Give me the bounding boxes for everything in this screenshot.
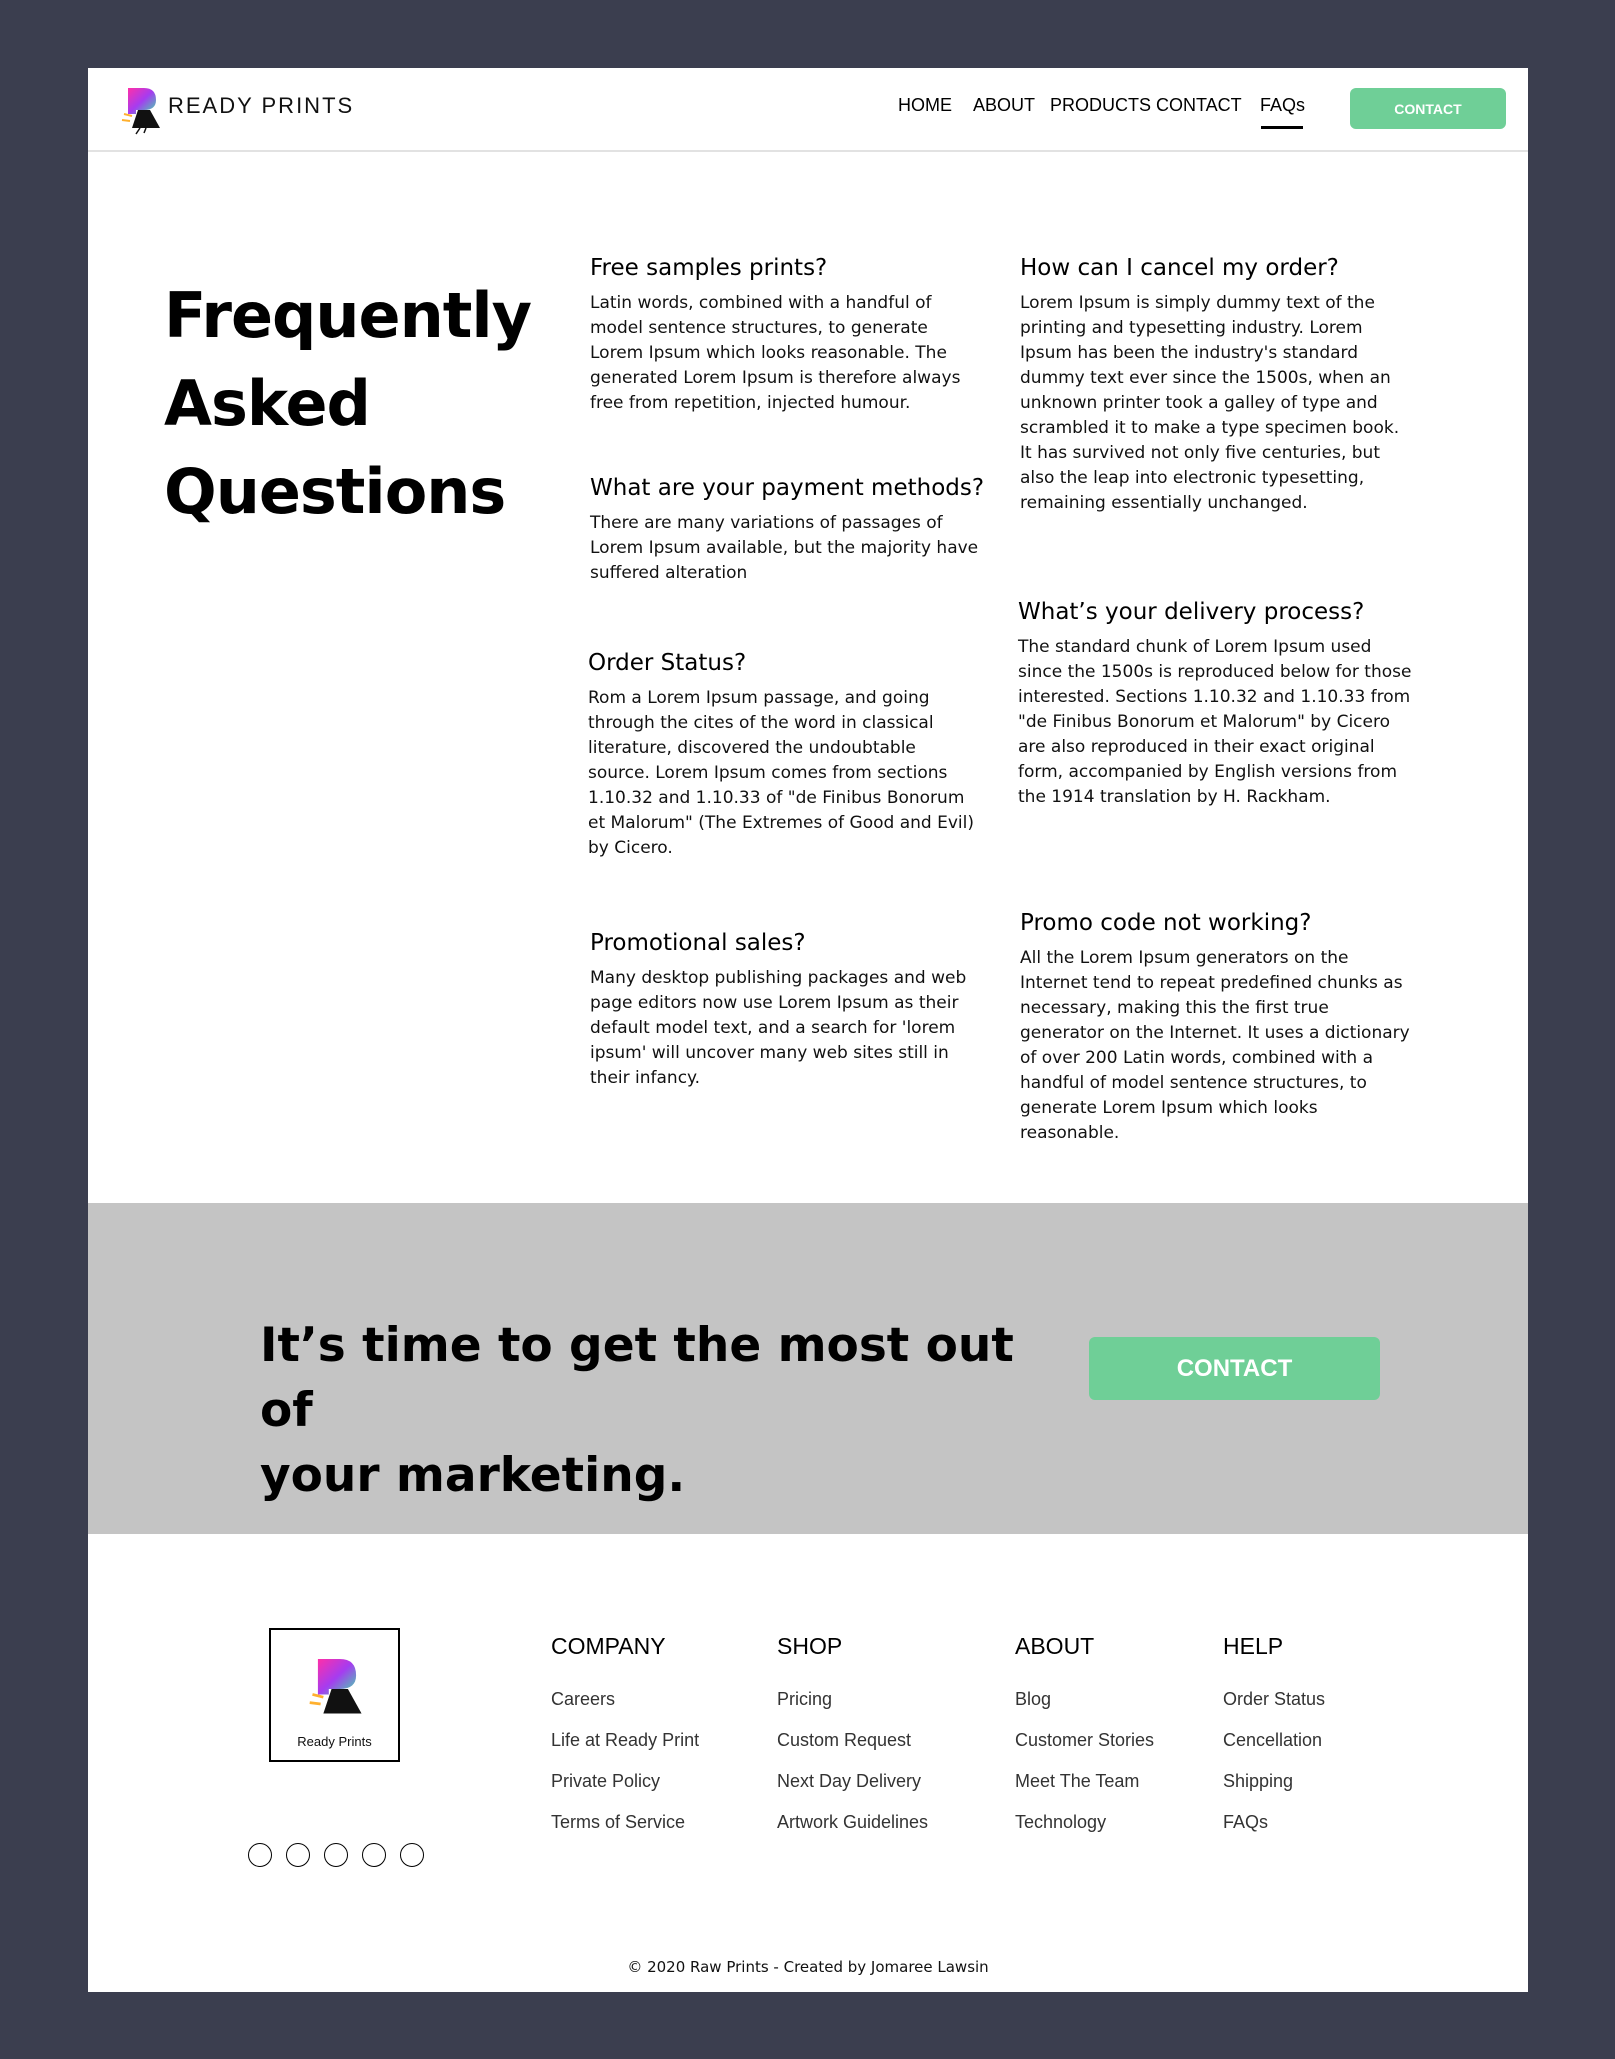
footer-heading: HELP	[1223, 1633, 1284, 1659]
nav-faqs[interactable]: FAQs	[1260, 95, 1305, 116]
faq-question: Free samples prints?	[590, 255, 828, 281]
nav-contact[interactable]: CONTACT	[1156, 95, 1242, 116]
page-title: Frequently Asked Questions	[164, 272, 564, 536]
faq-answer: Latin words, combined with a handful of …	[590, 293, 961, 413]
nav-about[interactable]: ABOUT	[973, 95, 1035, 116]
footer-link-order-status[interactable]: Order Status	[1223, 1679, 1325, 1720]
faq-answer: The standard chunk of Lorem Ipsum used s…	[1018, 637, 1412, 807]
cta-line-1: It’s time to get the most out of	[260, 1318, 1014, 1438]
active-nav-indicator	[1261, 126, 1303, 129]
faq-question: Promotional sales?	[590, 930, 806, 956]
footer-link-faqs[interactable]: FAQs	[1223, 1802, 1325, 1843]
faq-item: Free samples prints? Latin words, combin…	[590, 253, 980, 416]
faq-answer: Lorem Ipsum is simply dummy text of the …	[1020, 293, 1400, 513]
social-icon[interactable]	[400, 1843, 424, 1867]
title-line-3: Questions	[164, 455, 506, 528]
faq-question: Promo code not working?	[1020, 910, 1312, 936]
footer-link-stories[interactable]: Customer Stories	[1015, 1720, 1154, 1761]
footer-heading: SHOP	[777, 1633, 843, 1659]
faq-answer: Many desktop publishing packages and web…	[590, 968, 967, 1088]
cta-line-2: your marketing.	[260, 1448, 686, 1503]
faq-item: What’s your delivery process? The standa…	[1018, 597, 1413, 810]
faq-item: What are your payment methods? There are…	[590, 473, 985, 586]
faq-item: Order Status? Rom a Lorem Ipsum passage,…	[588, 648, 978, 861]
title-line-1: Frequently	[164, 279, 532, 352]
footer-link-cancellation[interactable]: Cencellation	[1223, 1720, 1325, 1761]
faq-answer: There are many variations of passages of…	[590, 513, 979, 583]
footer-logo[interactable]: Ready Prints	[269, 1628, 400, 1762]
footer-link-shipping[interactable]: Shipping	[1223, 1761, 1325, 1802]
faq-answer: All the Lorem Ipsum generators on the In…	[1020, 948, 1410, 1143]
faq-question: How can I cancel my order?	[1020, 255, 1339, 281]
faq-question: What’s your delivery process?	[1018, 599, 1365, 625]
footer-link-pricing[interactable]: Pricing	[777, 1679, 928, 1720]
footer-link-terms[interactable]: Terms of Service	[551, 1802, 699, 1843]
footer-link-blog[interactable]: Blog	[1015, 1679, 1154, 1720]
brand-name[interactable]: READY PRINTS	[168, 93, 354, 119]
footer-link-privacy[interactable]: Private Policy	[551, 1761, 699, 1802]
faq-item: Promotional sales? Many desktop publishi…	[590, 928, 980, 1091]
footer-column-help: HELP Order Status Cencellation Shipping …	[1223, 1631, 1325, 1843]
page: READY PRINTS HOME ABOUT PRODUCTS CONTACT…	[88, 68, 1528, 1992]
footer-heading: ABOUT	[1015, 1633, 1095, 1659]
faq-question: Order Status?	[588, 650, 747, 676]
social-icon[interactable]	[324, 1843, 348, 1867]
footer-column-shop: SHOP Pricing Custom Request Next Day Del…	[777, 1631, 928, 1843]
ready-prints-logo-icon	[309, 1659, 362, 1714]
footer-heading: COMPANY	[551, 1633, 666, 1659]
ready-prints-logo-icon[interactable]	[120, 84, 164, 136]
cta-banner: It’s time to get the most out of your ma…	[88, 1203, 1528, 1534]
faq-question: What are your payment methods?	[590, 475, 985, 501]
faq-item: Promo code not working? All the Lorem Ip…	[1020, 908, 1415, 1146]
footer-link-careers[interactable]: Careers	[551, 1679, 699, 1720]
footer-link-artwork[interactable]: Artwork Guidelines	[777, 1802, 928, 1843]
nav-products[interactable]: PRODUCTS	[1050, 95, 1151, 116]
title-line-2: Asked	[164, 367, 371, 440]
faq-item: How can I cancel my order? Lorem Ipsum i…	[1020, 253, 1415, 516]
faq-answer: Rom a Lorem Ipsum passage, and going thr…	[588, 688, 974, 858]
cta-headline: It’s time to get the most out of your ma…	[260, 1313, 1020, 1508]
nav-home[interactable]: HOME	[898, 95, 952, 116]
footer-link-custom-request[interactable]: Custom Request	[777, 1720, 928, 1761]
social-icon[interactable]	[248, 1843, 272, 1867]
header-contact-button[interactable]: CONTACT	[1350, 88, 1506, 129]
social-icon[interactable]	[286, 1843, 310, 1867]
footer-link-team[interactable]: Meet The Team	[1015, 1761, 1154, 1802]
footer-logo-label: Ready Prints	[297, 1734, 372, 1749]
footer-column-company: COMPANY Careers Life at Ready Print Priv…	[551, 1631, 699, 1843]
site-header: READY PRINTS HOME ABOUT PRODUCTS CONTACT…	[88, 68, 1528, 152]
footer-link-technology[interactable]: Technology	[1015, 1802, 1154, 1843]
social-icon[interactable]	[362, 1843, 386, 1867]
footer-link-next-day[interactable]: Next Day Delivery	[777, 1761, 928, 1802]
cta-contact-button[interactable]: CONTACT	[1089, 1337, 1380, 1400]
footer-link-life[interactable]: Life at Ready Print	[551, 1720, 699, 1761]
copyright: © 2020 Raw Prints - Created by Jomaree L…	[627, 1958, 989, 1976]
footer-column-about: ABOUT Blog Customer Stories Meet The Tea…	[1015, 1631, 1154, 1843]
